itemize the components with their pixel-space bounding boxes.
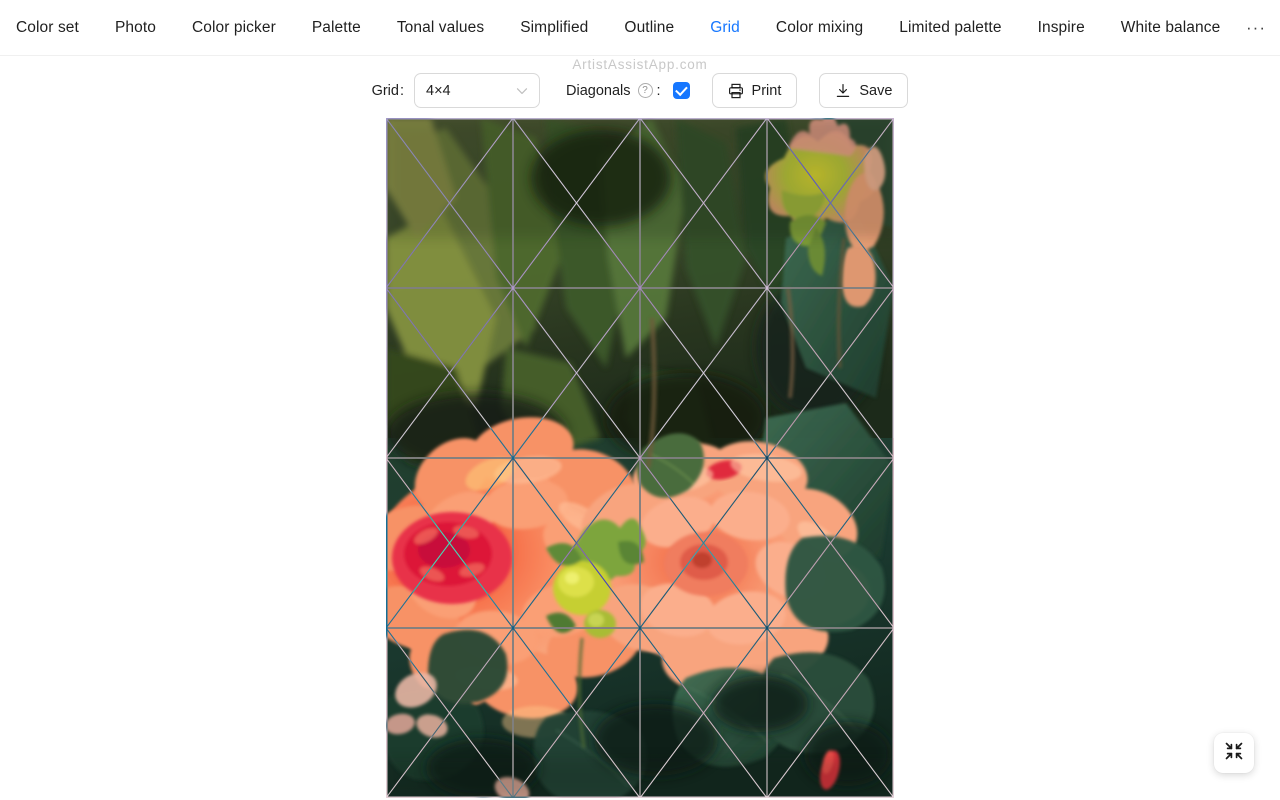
tab-label: Inspire (1037, 18, 1085, 36)
grid-toolbar: Grid : 4×4 Diagonals ? : Print Save (0, 73, 1280, 108)
printer-icon (728, 83, 744, 99)
tab-white-balance[interactable]: White balance (1120, 0, 1221, 55)
grid-image-stage[interactable] (386, 118, 894, 798)
compress-icon (1224, 741, 1244, 766)
tab-palette[interactable]: Palette (311, 0, 361, 55)
print-button[interactable]: Print (711, 73, 798, 108)
tab-label: Outline (624, 18, 675, 36)
tab-tonal-values[interactable]: Tonal values (396, 0, 485, 55)
tab-color-mixing[interactable]: Color mixing (775, 0, 864, 55)
tab-label: Tonal values (396, 18, 485, 36)
diagonals-group: Diagonals ? : (566, 82, 690, 99)
grid-size-label: Grid (371, 82, 399, 99)
tab-photo[interactable]: Photo (114, 0, 156, 55)
save-button[interactable]: Save (819, 73, 909, 108)
tab-overflow-menu-button[interactable]: ··· (1232, 0, 1280, 55)
tab-outline[interactable]: Outline (624, 0, 675, 55)
watermark-text: ArtistAssistApp.com (572, 57, 708, 72)
grid-size-value: 4×4 (426, 82, 451, 99)
main-tab-bar[interactable]: Color set Photo Color picker Palette Ton… (0, 0, 1280, 56)
grid-size-select[interactable]: 4×4 (414, 73, 540, 108)
tab-limited-palette[interactable]: Limited palette (899, 0, 1002, 55)
save-button-label: Save (859, 82, 893, 99)
tab-label: Limited palette (899, 18, 1002, 36)
tab-color-set[interactable]: Color set (16, 0, 79, 55)
grid-size-group: Grid : 4×4 (372, 73, 540, 108)
ellipsis-icon: ··· (1246, 18, 1266, 37)
tab-label: Color mixing (775, 18, 864, 36)
help-circle-icon[interactable]: ? (637, 83, 653, 98)
diagonals-checkbox[interactable] (672, 82, 690, 99)
grid-size-colon: : (399, 82, 404, 99)
tab-label: White balance (1120, 18, 1221, 36)
tab-color-picker[interactable]: Color picker (191, 0, 276, 55)
tab-label: Color set (16, 18, 79, 36)
print-button-label: Print (751, 82, 782, 99)
tab-label: Grid (710, 18, 740, 36)
tab-inspire[interactable]: Inspire (1037, 0, 1085, 55)
chevron-down-icon (516, 85, 528, 97)
tab-label: Simplified (520, 18, 589, 36)
exit-fullscreen-button[interactable] (1214, 733, 1254, 773)
tab-simplified[interactable]: Simplified (520, 0, 589, 55)
diagonals-colon: : (656, 82, 661, 99)
reference-photo (386, 118, 894, 798)
diagonals-label: Diagonals (566, 82, 631, 99)
tab-grid[interactable]: Grid (710, 0, 740, 55)
download-icon (835, 83, 851, 99)
tab-label: Palette (311, 18, 361, 36)
tab-label: Color picker (191, 18, 276, 36)
tab-label: Photo (114, 18, 156, 36)
